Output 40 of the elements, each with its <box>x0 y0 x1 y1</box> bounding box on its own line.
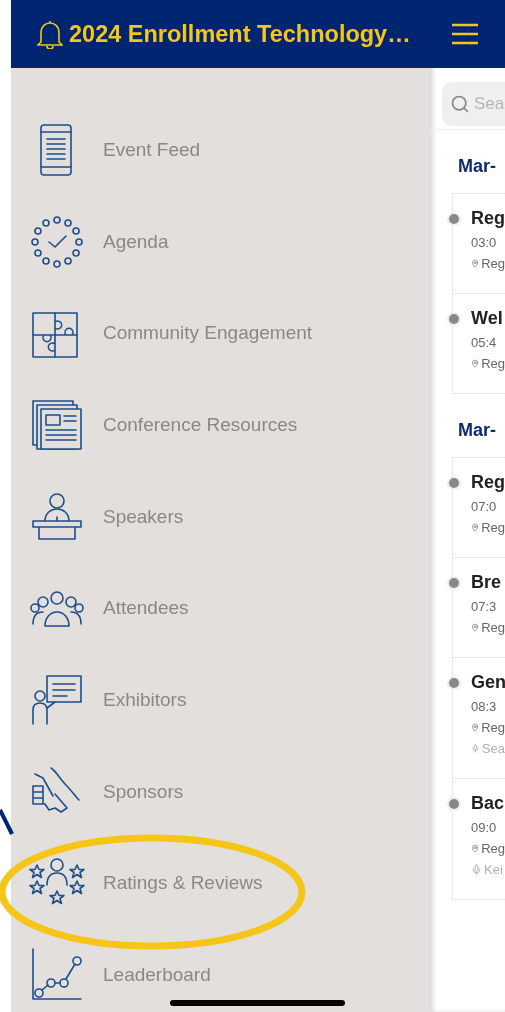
event-title[interactable]: Reg <box>471 208 505 229</box>
date-heading: Mar- <box>457 155 497 178</box>
menu-icon[interactable] <box>451 23 479 45</box>
menu-item[interactable]: Attendees <box>11 562 430 655</box>
event-time: 09:0 <box>471 820 498 835</box>
event-speaker: Kei <box>484 862 503 877</box>
event-time: 07:3 <box>471 599 498 614</box>
event-time: 07:0 <box>471 499 498 514</box>
app-title: 2024 Enrollment Technology… <box>69 20 411 48</box>
event-title[interactable]: Wel <box>471 308 505 329</box>
event-location: Reg <box>481 620 505 635</box>
menu-item[interactable]: Leaderboard <box>11 929 430 1012</box>
menu-item[interactable]: Community Engagement <box>11 287 430 380</box>
clock-dots-icon <box>29 213 85 270</box>
menu-item[interactable]: Conference Resources <box>11 379 430 471</box>
event-time: 03:0 <box>471 235 498 250</box>
event-title[interactable]: Bac <box>471 793 505 814</box>
event-title[interactable]: Bre <box>471 572 505 593</box>
event-location: Reg <box>481 720 505 735</box>
event-title[interactable]: Gen <box>471 672 505 693</box>
event-location: Reg <box>481 841 505 856</box>
date-heading: Mar- <box>457 419 497 442</box>
menu-item[interactable]: Agenda <box>11 195 430 288</box>
event-speaker: Sea <box>481 741 505 756</box>
search-field[interactable]: Sea <box>442 82 505 126</box>
event-location: Reg <box>481 356 505 371</box>
menu-item[interactable]: Speakers <box>11 470 430 563</box>
menu-item[interactable]: Sponsors <box>11 745 430 838</box>
menu-item[interactable]: Exhibitors <box>11 654 430 746</box>
menu-item[interactable]: Ratings & Reviews <box>11 837 430 930</box>
menu-item[interactable]: Event Feed <box>11 104 430 196</box>
bell-icon[interactable] <box>37 19 63 49</box>
microphone-icon <box>471 743 480 754</box>
event-title[interactable]: Reg <box>471 472 505 493</box>
event-location: Reg <box>481 256 505 271</box>
search-icon <box>450 94 470 114</box>
event-time: 08:3 <box>471 699 498 714</box>
event-time: 05:4 <box>471 335 498 350</box>
event-location: Reg <box>481 520 505 535</box>
microphone-icon <box>471 864 482 875</box>
